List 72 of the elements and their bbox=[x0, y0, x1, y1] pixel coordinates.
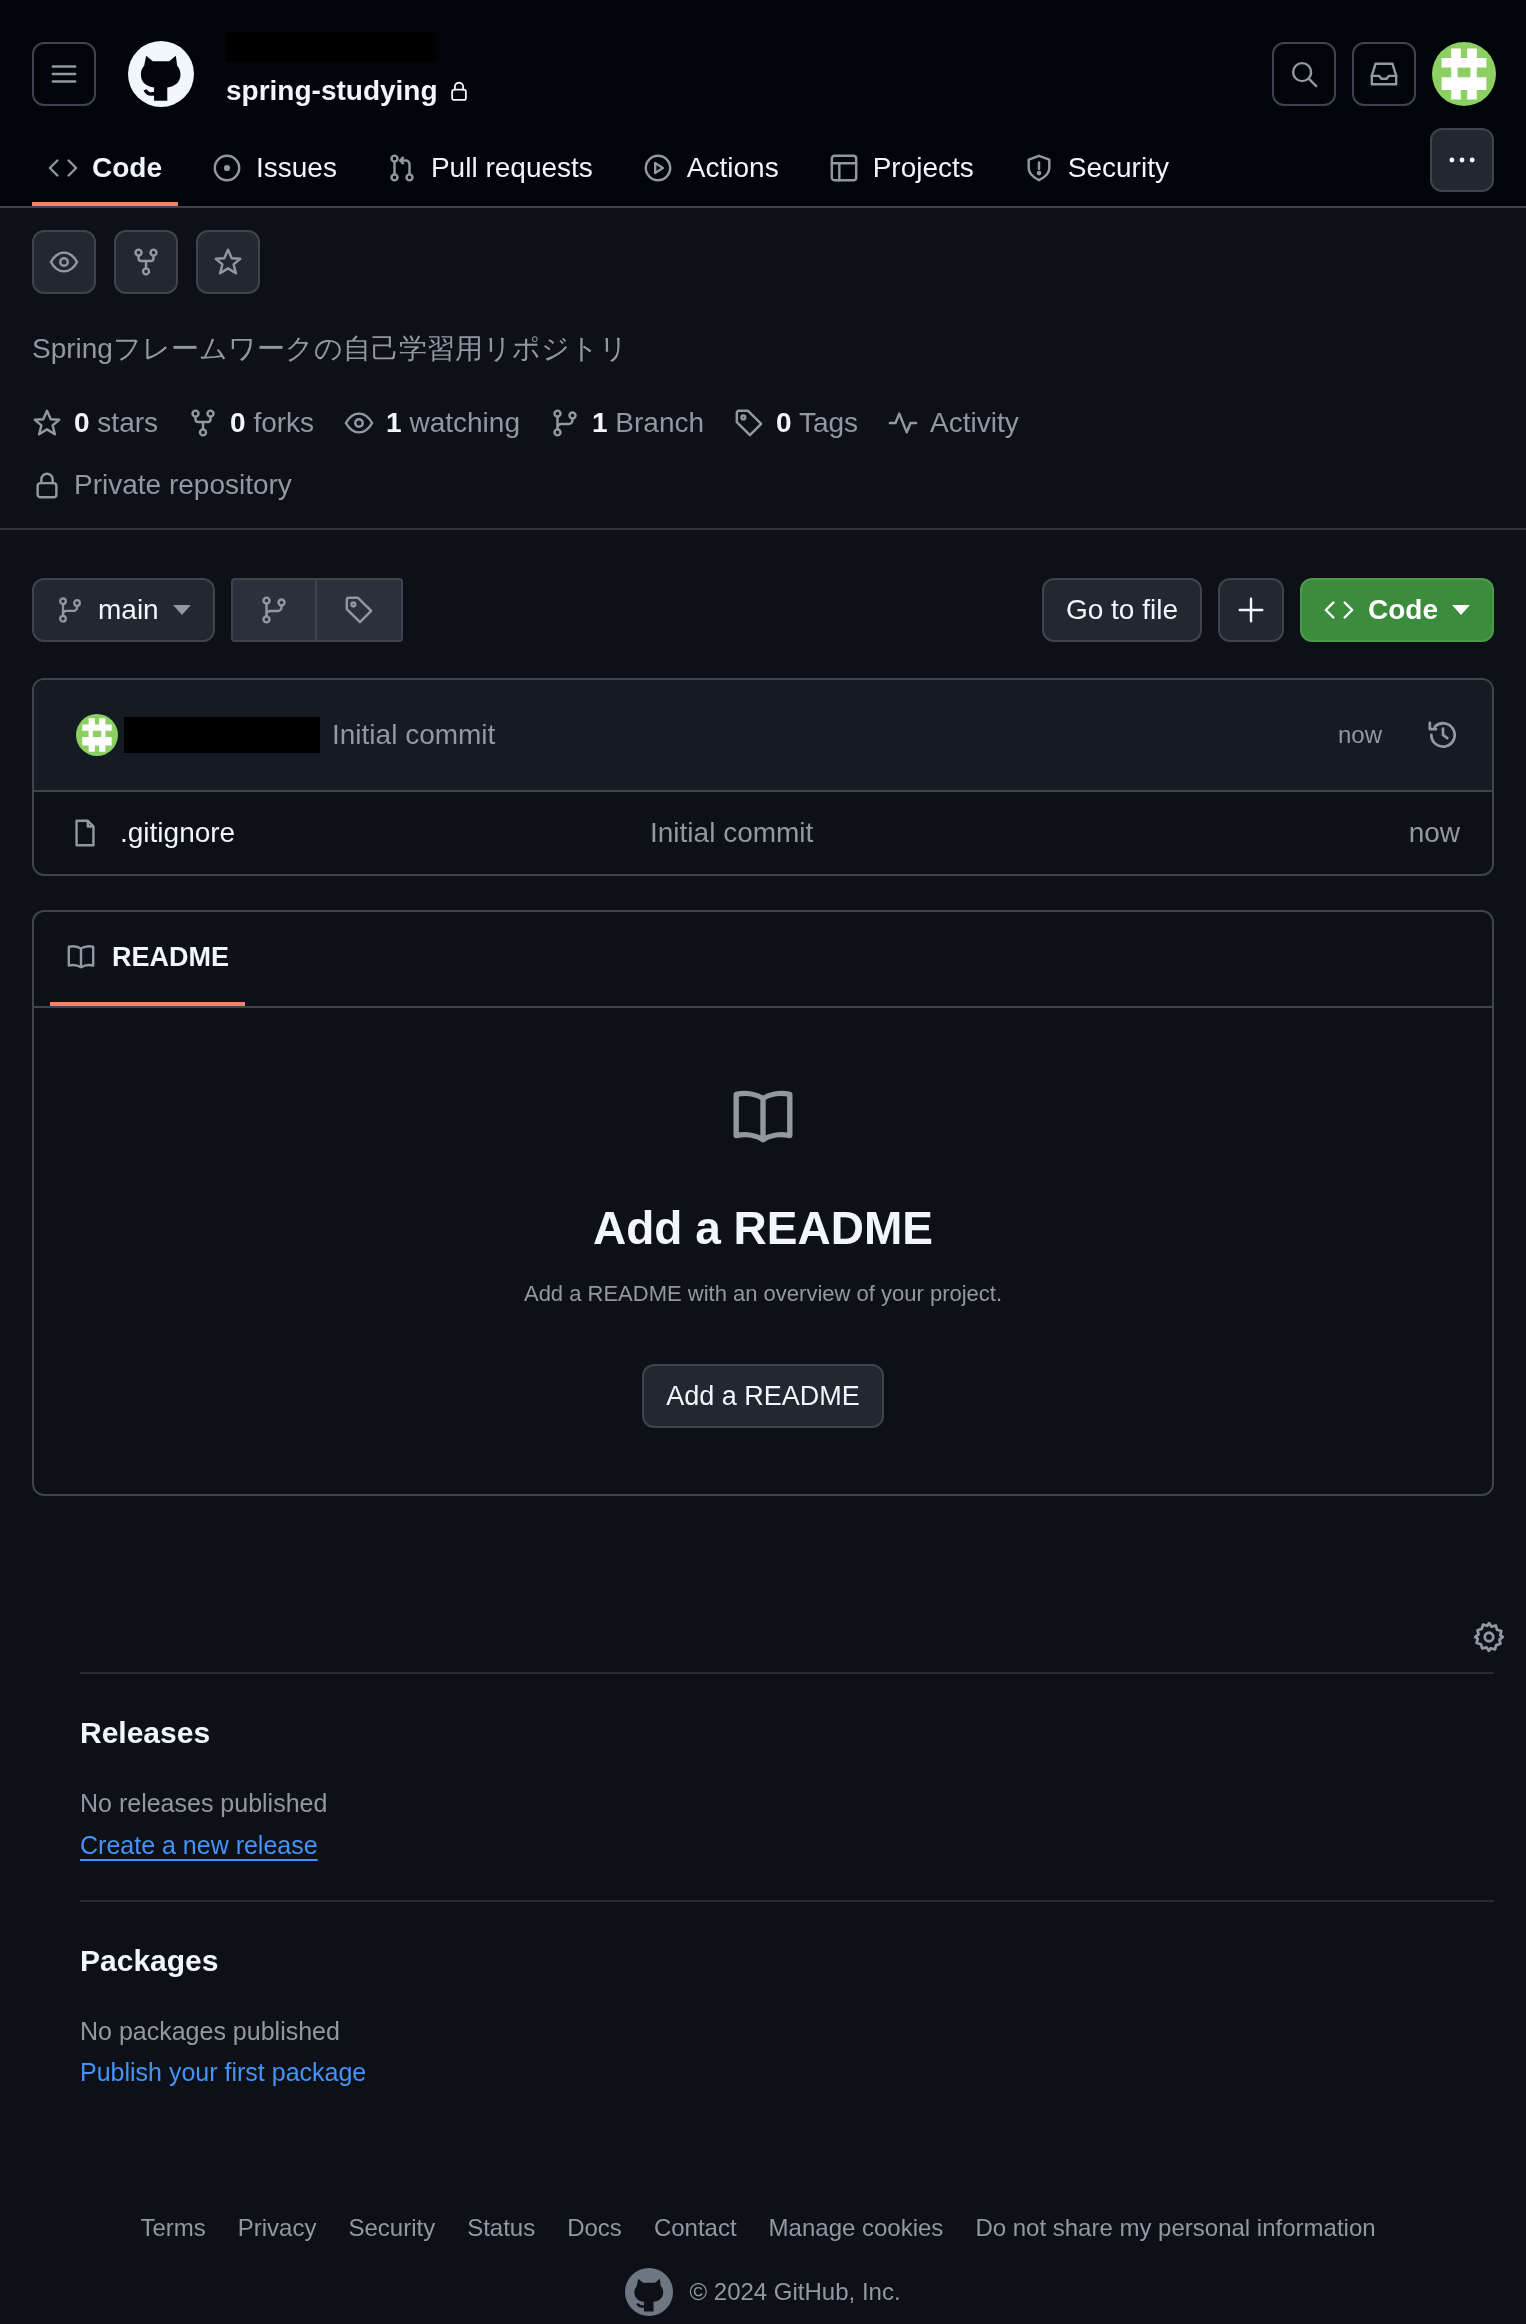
avatar bbox=[76, 714, 118, 756]
repo-name[interactable]: spring-studying bbox=[226, 70, 438, 112]
footer-link[interactable]: Security bbox=[348, 2210, 436, 2246]
repo-description: Springフレームワークの自己学習用リポジトリ bbox=[32, 332, 629, 366]
search-icon bbox=[1289, 59, 1319, 89]
caret-icon bbox=[1452, 605, 1470, 615]
cat-logo-icon bbox=[625, 2268, 674, 2316]
section-note: No releases published bbox=[80, 1788, 329, 1819]
footer-link[interactable]: Docs bbox=[567, 2210, 622, 2246]
add-readme-button[interactable]: Add a README bbox=[642, 1364, 884, 1428]
settings-icon bbox=[1472, 1620, 1506, 1654]
branch-icon bbox=[56, 596, 84, 624]
fork-button[interactable] bbox=[114, 230, 178, 294]
file-name[interactable]: .gitignore bbox=[120, 812, 650, 854]
footer-link[interactable]: Do not share my personal information bbox=[975, 2210, 1376, 2246]
search-button[interactable] bbox=[1272, 42, 1336, 106]
branch-selector[interactable]: main bbox=[32, 578, 215, 642]
circle-dot-icon bbox=[212, 153, 242, 183]
readme-subtitle: Add a README with an overview of your project. bbox=[523, 1280, 1003, 1308]
footer-link[interactable]: Status bbox=[467, 2210, 536, 2246]
copyright-text: © 2024 GitHub, Inc. bbox=[689, 2277, 901, 2307]
avatar bbox=[1432, 42, 1496, 106]
add-file-button[interactable] bbox=[1218, 578, 1284, 642]
branches-button[interactable] bbox=[230, 578, 317, 642]
visibility-label: Private repository bbox=[74, 468, 292, 502]
caret-icon bbox=[172, 605, 191, 615]
watch-button[interactable] bbox=[32, 230, 96, 294]
tags-button[interactable] bbox=[316, 578, 403, 642]
nav-tab[interactable]: Code bbox=[32, 134, 178, 206]
nav-tab[interactable]: Issues bbox=[196, 134, 353, 206]
footer-link[interactable]: Terms bbox=[140, 2210, 206, 2246]
stat-link[interactable]: Activity bbox=[888, 402, 1019, 444]
go-to-file-button[interactable]: Go to file bbox=[1041, 578, 1202, 642]
star-button[interactable] bbox=[196, 230, 260, 294]
stat-link[interactable]: 0 Tags bbox=[734, 402, 859, 444]
footer-link[interactable]: Privacy bbox=[237, 2210, 317, 2246]
commit-message[interactable]: Initial commit bbox=[650, 812, 814, 854]
readme-tab[interactable]: README bbox=[50, 912, 245, 1006]
play-icon bbox=[642, 153, 673, 183]
cat-logo-icon bbox=[128, 41, 194, 107]
plus-icon bbox=[1236, 595, 1266, 625]
star-icon bbox=[32, 408, 62, 438]
table-icon bbox=[828, 153, 859, 183]
fork-icon bbox=[131, 247, 161, 277]
commit-time: now bbox=[1337, 720, 1382, 750]
tag-icon bbox=[734, 408, 765, 438]
section-link[interactable]: Publish your first package bbox=[80, 2054, 367, 2092]
settings-button[interactable] bbox=[1472, 1620, 1506, 1654]
menu-button[interactable] bbox=[32, 42, 96, 106]
readme-title: Add a README bbox=[593, 1201, 933, 1256]
section-note: No packages published bbox=[80, 2015, 341, 2047]
stat-link[interactable]: 0 stars bbox=[32, 402, 159, 444]
footer-link[interactable]: Contact bbox=[653, 2210, 737, 2246]
code-button[interactable]: Code bbox=[1300, 578, 1494, 642]
stat-link[interactable]: 0 forks bbox=[188, 402, 315, 444]
section-heading: Releases bbox=[80, 1715, 212, 1751]
more-icon bbox=[1449, 157, 1475, 163]
nav-tab[interactable]: Pull requests bbox=[370, 134, 609, 206]
inbox-button[interactable] bbox=[1352, 42, 1416, 106]
commit-message[interactable]: Initial commit bbox=[332, 714, 496, 756]
nav-tab[interactable]: Actions bbox=[626, 134, 795, 206]
nav-tab[interactable]: Security bbox=[1007, 134, 1185, 206]
stat-link[interactable]: 1 watching bbox=[344, 402, 520, 444]
section-link[interactable]: Create a new release bbox=[80, 1826, 318, 1864]
nav-tab[interactable]: Projects bbox=[812, 134, 990, 206]
tray-icon bbox=[1369, 59, 1399, 89]
commit-time: now bbox=[1408, 816, 1460, 850]
star-icon bbox=[213, 247, 243, 277]
tag-icon bbox=[343, 595, 374, 625]
stat-link[interactable]: 1 Branch bbox=[549, 402, 705, 444]
section-heading: Packages bbox=[80, 1942, 220, 1979]
footer-link[interactable]: Manage cookies bbox=[768, 2210, 944, 2246]
